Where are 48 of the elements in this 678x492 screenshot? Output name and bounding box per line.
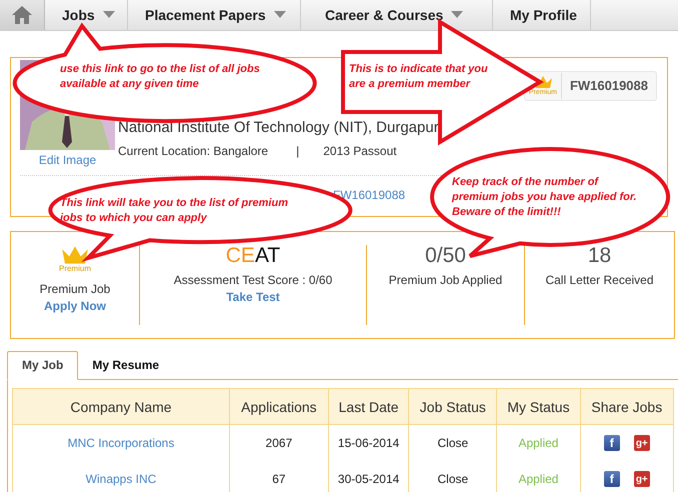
company-link[interactable]: Winapps INC	[86, 472, 156, 486]
tab[interactable]: My Resume	[78, 352, 174, 380]
current-location: Current Location: Bangalore	[118, 144, 268, 158]
table-cell: 30-05-2014	[328, 461, 409, 492]
column-header: Last Date	[328, 388, 409, 424]
nav-menu-item[interactable]: Placement Papers	[128, 0, 301, 30]
stat-label: Assessment Test Score : 0/60	[174, 273, 332, 287]
column-header: My Status	[496, 388, 580, 424]
profile-link[interactable]: FW16019088	[333, 188, 406, 202]
edit-image-link[interactable]: Edit Image	[38, 153, 96, 167]
google-plus-share-button[interactable]: g+	[634, 471, 650, 487]
apply-now-link[interactable]: Apply Now	[44, 299, 106, 313]
callout-note: use this link to go to the list of all jobs available at any given time	[60, 62, 260, 92]
take-test-link[interactable]: Take Test	[226, 290, 280, 304]
table-cell: 15-06-2014	[328, 424, 409, 461]
table-cell: Applied	[496, 424, 580, 461]
facebook-share-button[interactable]: f	[604, 471, 620, 487]
premium-label: Premium	[58, 265, 91, 273]
stat-label: Call Letter Received	[545, 273, 654, 287]
separator: |	[296, 144, 300, 158]
tab[interactable]: My Job	[7, 351, 78, 380]
column-header: Applications	[230, 388, 328, 424]
column-header: Job Status	[408, 388, 497, 424]
logo-text: CE	[226, 244, 255, 267]
table-cell: 67	[230, 461, 328, 492]
nav-menu-item[interactable]: My Profile	[493, 0, 591, 30]
company-link[interactable]: MNC Incorporations	[68, 436, 174, 450]
crown-icon	[60, 245, 90, 265]
batch-year: 2013 Passout	[323, 144, 397, 158]
table-cell: Close	[408, 424, 497, 461]
stat-label: Premium Job Applied	[388, 273, 502, 287]
table-cell: Applied	[496, 461, 580, 492]
stat-value: 18	[588, 245, 612, 267]
college-name: National Institute Of Technology (NIT), Durgapur	[118, 119, 440, 136]
column-header: Share Jobs	[580, 388, 674, 424]
google-plus-share-button[interactable]: g+	[634, 435, 650, 451]
table-cell: Close	[408, 461, 497, 492]
home-button[interactable]	[0, 0, 45, 30]
column-header: Company Name	[12, 388, 230, 424]
callout-note: This is to indicate that you are a premium member	[349, 62, 489, 92]
stat-label: Premium Job	[40, 282, 110, 296]
facebook-share-button[interactable]: f	[604, 435, 620, 451]
stat-value: 0/50	[425, 245, 466, 267]
logo-text: AT	[254, 244, 280, 267]
table-cell: 2067	[230, 424, 328, 461]
member-id: FW16019088	[560, 73, 656, 99]
home-icon	[11, 5, 33, 25]
callout-note: Keep track of the number of premium jobs you have applied for. Beware of the limit!!!	[452, 175, 638, 220]
